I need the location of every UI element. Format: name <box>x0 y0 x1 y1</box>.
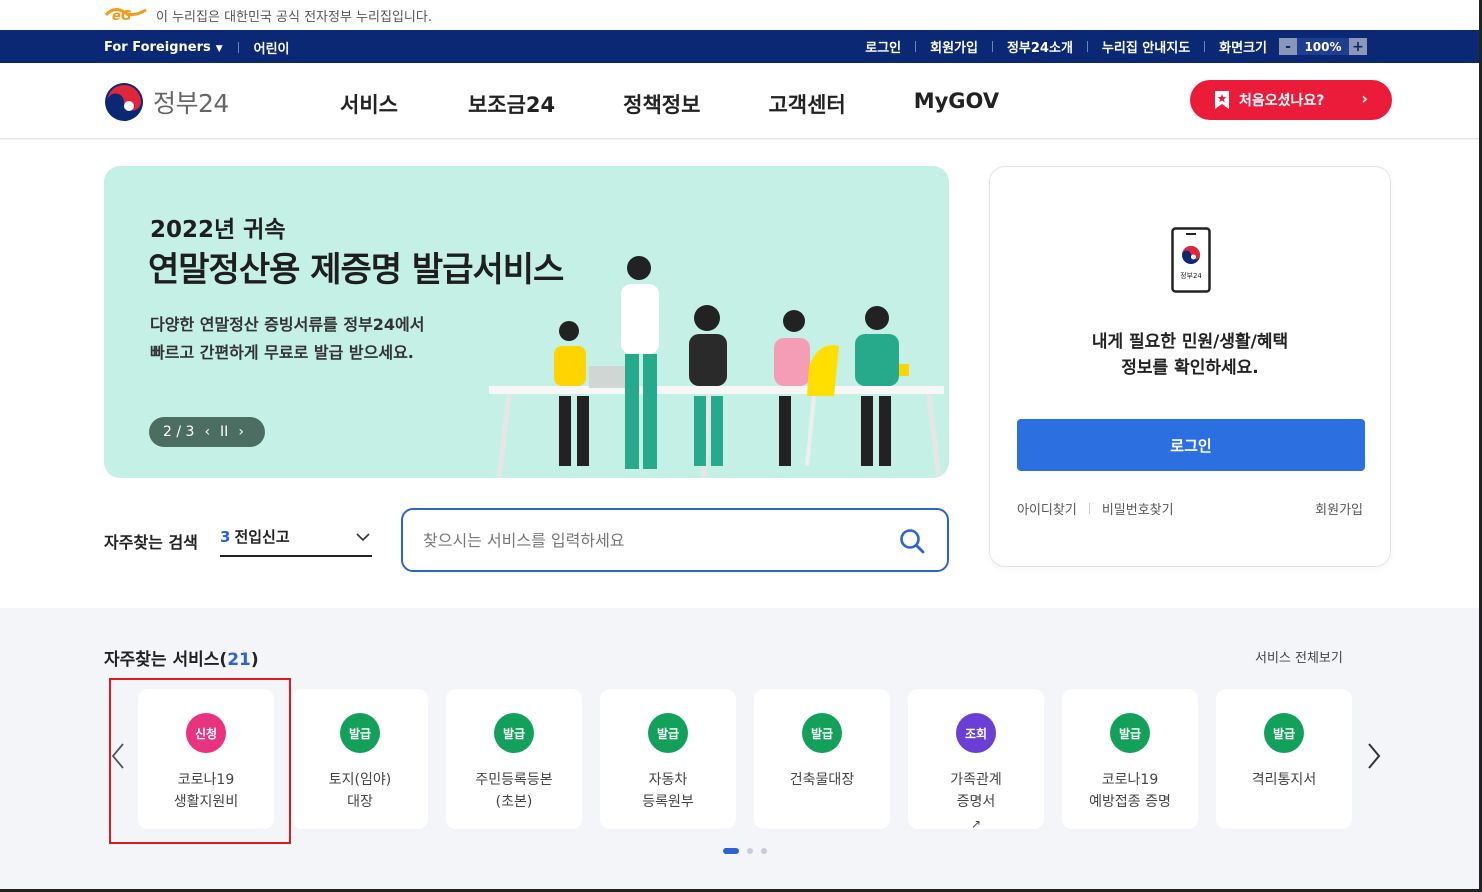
svg-text:eG: eG <box>112 9 132 22</box>
gov-notice-bar: eG 이 누리집은 대한민국 공식 전자정부 누리집입니다. <box>0 0 1482 30</box>
view-all-services-link[interactable]: 서비스 전체보기 <box>1255 647 1343 666</box>
gov-notice-text: 이 누리집은 대한민국 공식 전자정부 누리집입니다. <box>156 10 432 25</box>
frequent-search-label: 자주찾는 검색 <box>104 533 198 552</box>
logo-text: 정부24 <box>153 89 229 118</box>
external-link-icon: ↗ <box>970 817 982 831</box>
service-label: 토지(임야) 대장 <box>328 772 392 810</box>
login-message: 내게 필요한 민원/생활/혜택 정보를 확인하세요. <box>1091 332 1289 378</box>
join-link[interactable]: 회원가입 <box>930 37 978 56</box>
sitemap-link[interactable]: 누리집 안내지도 <box>1102 37 1190 56</box>
zoom-in-button[interactable]: + <box>1349 38 1367 55</box>
service-badge: 조회 <box>956 713 996 753</box>
account-links: 아이디찾기 비밀번호찾기 <box>1017 499 1174 518</box>
main-header: 정부24 서비스 보조금24 정책정보 고객센터 MyGOV 처음오셨나요? › <box>0 63 1482 139</box>
kids-link[interactable]: 어린이 <box>254 38 290 57</box>
pagination-dot[interactable] <box>747 848 753 854</box>
frequent-search-value: 전입신고 <box>234 528 290 546</box>
banner-subtitle: 2022년 귀속 <box>150 217 286 243</box>
phone-app-label: 정부24 <box>1180 271 1202 280</box>
service-card-quarantine-notice[interactable]: 발급 격리통지서 <box>1216 689 1352 829</box>
find-password-link[interactable]: 비밀번호찾기 <box>1102 499 1174 518</box>
nav-subsidy[interactable]: 보조금24 <box>468 89 555 119</box>
service-label: 자동차 등록원부 <box>642 772 694 810</box>
chevron-down-icon <box>356 533 370 542</box>
search-input[interactable] <box>423 528 883 552</box>
office-people-illustration <box>489 256 944 478</box>
banner-pause-icon[interactable]: II <box>220 424 228 440</box>
service-label: 코로나19 예방접종 증명 <box>1089 772 1171 810</box>
service-label: 건축물대장 <box>789 772 855 788</box>
nav-policy[interactable]: 정책정보 <box>623 89 700 119</box>
service-card-land-ledger[interactable]: 발급 토지(임야) 대장 <box>292 689 428 829</box>
service-card-covid-vaccination[interactable]: 발급 코로나19 예방접종 증명 <box>1062 689 1198 829</box>
carousel-pagination <box>723 848 767 854</box>
service-card-resident-registration[interactable]: 발급 주민등록등본 (초본) <box>446 689 582 829</box>
service-badge: 발급 <box>802 713 842 753</box>
zoom-out-button[interactable]: - <box>1279 38 1297 55</box>
banner-prev-icon[interactable]: ‹ <box>204 424 210 440</box>
service-card-vehicle-registration[interactable]: 발급 자동차 등록원부 <box>600 689 736 829</box>
about-link[interactable]: 정부24소개 <box>1007 37 1073 56</box>
chevron-right-icon: › <box>1361 89 1368 108</box>
banner-page-indicator: 2 / 3 <box>163 424 195 440</box>
service-badge: 발급 <box>648 713 688 753</box>
zoom-label: 화면크기 <box>1219 41 1267 56</box>
carousel-next-icon[interactable] <box>1367 742 1381 770</box>
signup-link[interactable]: 회원가입 <box>1315 499 1363 518</box>
service-card-list: 신청 코로나19 생활지원비 발급 토지(임야) 대장 발급 주민등록등본 (초본) … <box>138 689 1352 831</box>
login-card: 정부24 내게 필요한 민원/생활/혜택 정보를 확인하세요. 로그인 아이디찾… <box>989 166 1391 567</box>
taegeuk-logo-icon <box>105 83 143 121</box>
search-box <box>401 508 949 572</box>
promo-banner[interactable]: 2022년 귀속 연말정산용 제증명 발급서비스 다양한 연말정산 증빙서류를 … <box>104 166 949 478</box>
frequent-services-title: 자주찾는 서비스(21) <box>104 650 259 670</box>
service-label: 가족관계 증명서 ↗ <box>908 769 1044 835</box>
egov-logo-icon: eG <box>104 8 147 22</box>
highlight-box <box>109 678 291 844</box>
services-count: 21 <box>227 650 251 670</box>
service-badge: 발급 <box>340 713 380 753</box>
search-icon[interactable] <box>899 528 925 554</box>
site-logo[interactable]: 정부24 <box>103 81 229 123</box>
service-card-family-certificate[interactable]: 조회 가족관계 증명서 ↗ <box>908 689 1044 831</box>
frequent-search-rank: 3 <box>220 528 231 546</box>
banner-description: 다양한 연말정산 증빙서류를 정부24에서 빠르고 간편하게 무료로 발급 받으… <box>150 315 425 362</box>
nav-service[interactable]: 서비스 <box>340 89 398 119</box>
frequent-search-select[interactable]: 3 전입신고 <box>220 526 372 557</box>
utility-bar: For Foreigners ▼ 어린이 로그인 회원가입 정부24소개 누리집 … <box>0 30 1482 63</box>
banner-next-icon[interactable]: › <box>238 424 244 440</box>
service-badge: 발급 <box>494 713 534 753</box>
pagination-dot[interactable] <box>761 848 767 854</box>
service-label: 격리통지서 <box>1251 772 1317 788</box>
for-foreigners-dropdown[interactable]: For Foreigners ▼ <box>104 40 223 55</box>
bookmark-icon <box>1215 91 1229 109</box>
caret-down-icon: ▼ <box>215 44 223 54</box>
nav-customer-center[interactable]: 고객센터 <box>768 89 845 119</box>
first-visit-button[interactable]: 처음오셨나요? › <box>1190 80 1392 120</box>
global-nav: 서비스 보조금24 정책정보 고객센터 MyGOV <box>340 89 999 119</box>
login-link[interactable]: 로그인 <box>865 37 901 56</box>
banner-controls: 2 / 3 ‹ II › <box>149 417 265 447</box>
nav-mygov[interactable]: MyGOV <box>914 89 999 119</box>
zoom-value: 100% <box>1297 38 1349 55</box>
service-badge: 발급 <box>1264 713 1304 753</box>
login-button[interactable]: 로그인 <box>1017 419 1365 471</box>
phone-app-icon: 정부24 <box>1171 227 1211 293</box>
pagination-dot-active[interactable] <box>723 848 739 854</box>
service-badge: 발급 <box>1110 713 1150 753</box>
service-card-building-ledger[interactable]: 발급 건축물대장 <box>754 689 890 829</box>
find-id-link[interactable]: 아이디찾기 <box>1017 499 1077 518</box>
service-label: 주민등록등본 (초본) <box>475 772 553 810</box>
